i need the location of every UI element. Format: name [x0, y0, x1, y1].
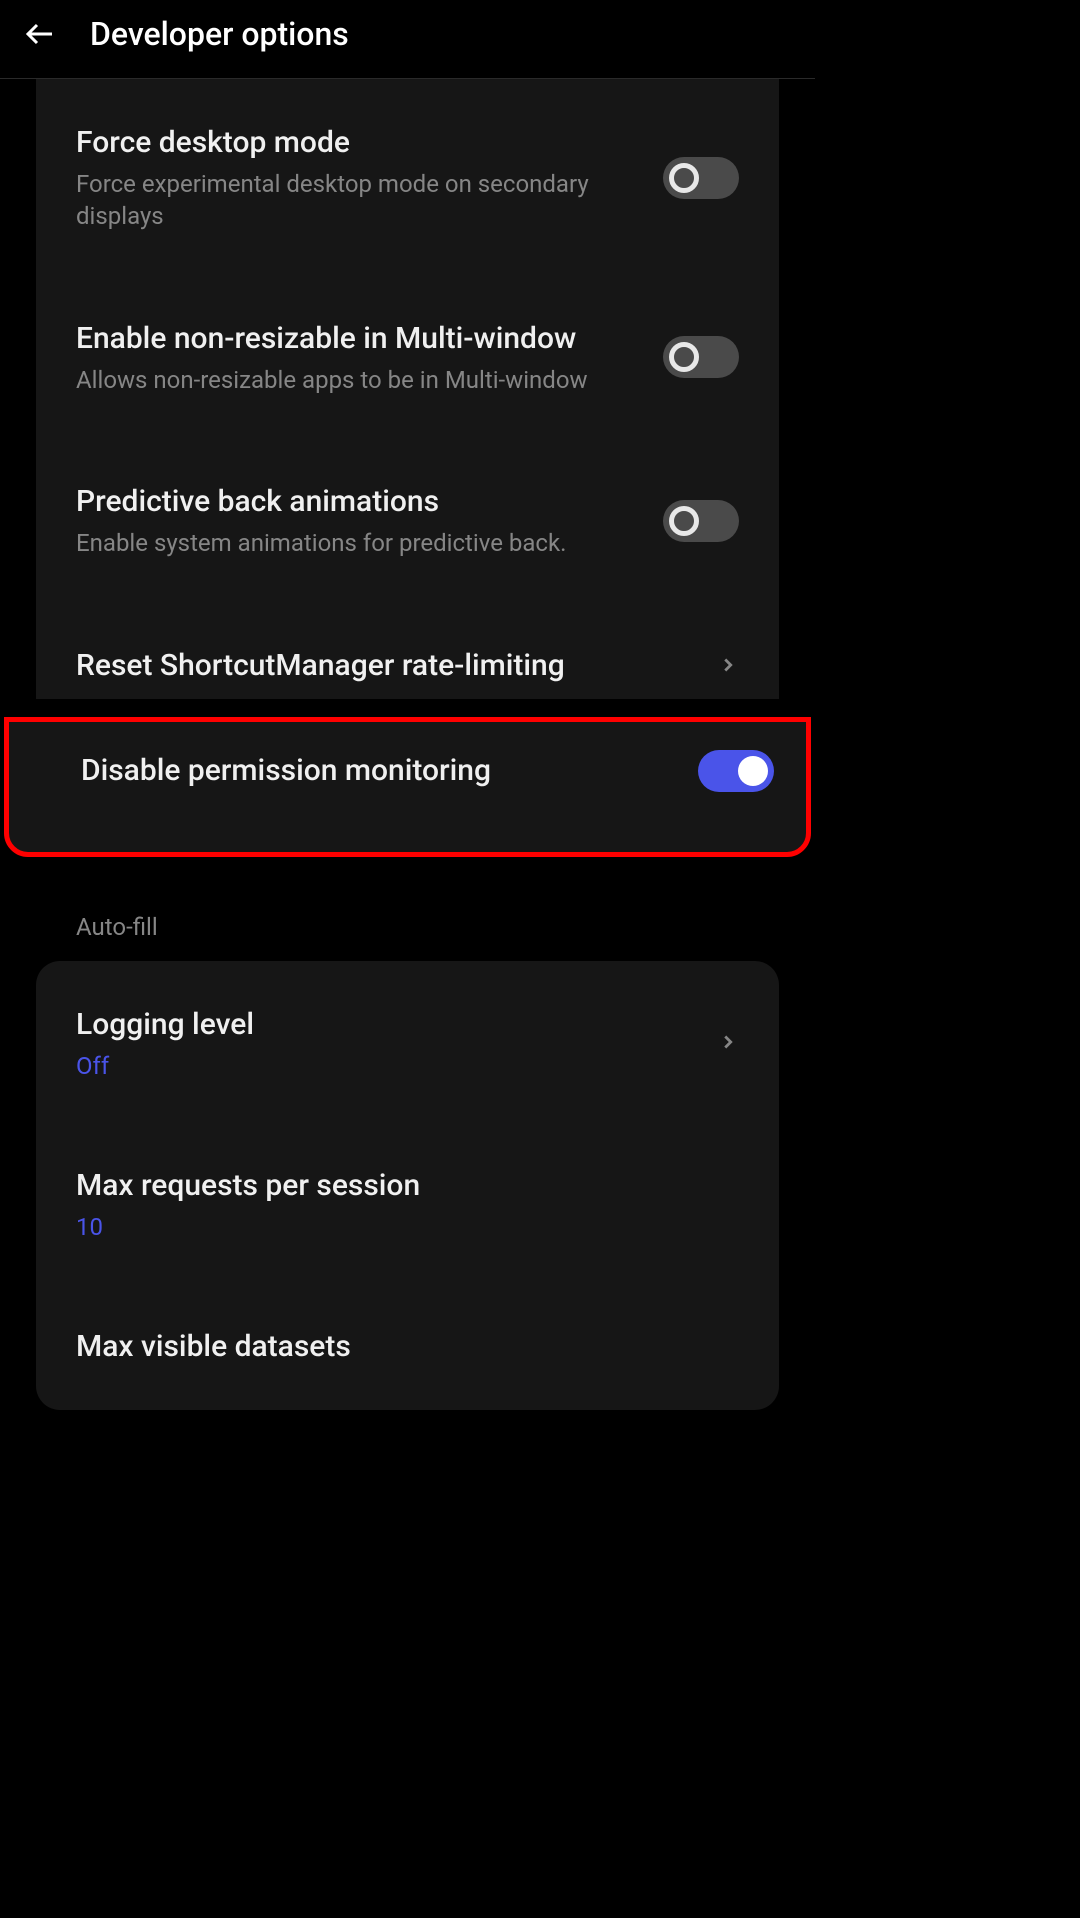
header: Developer options: [0, 0, 815, 78]
setting-text: Force desktop mode Force experimental de…: [76, 123, 643, 233]
setting-title: Max visible datasets: [76, 1327, 739, 1366]
back-button[interactable]: [20, 14, 60, 54]
setting-predictive-back-animations[interactable]: Predictive back animations Enable system…: [76, 464, 739, 577]
setting-disable-permission-monitoring[interactable]: Disable permission monitoring: [81, 750, 774, 792]
toggle-disable-permission-monitoring[interactable]: [698, 750, 774, 792]
setting-text: Enable non-resizable in Multi-window All…: [76, 319, 643, 396]
setting-value: Off: [76, 1052, 697, 1080]
setting-text: Disable permission monitoring: [81, 751, 678, 790]
setting-subtitle: Enable system animations for predictive …: [76, 527, 643, 559]
section-label-autofill: Auto-fill: [0, 913, 815, 941]
setting-reset-shortcutmanager[interactable]: Reset ShortcutManager rate-limiting: [76, 628, 739, 685]
arrow-left-icon: [22, 16, 58, 52]
setting-title: Disable permission monitoring: [81, 751, 678, 790]
setting-text: Max visible datasets: [76, 1327, 739, 1366]
chevron-right-icon: [717, 1031, 739, 1053]
setting-non-resizable-multi-window[interactable]: Enable non-resizable in Multi-window All…: [76, 301, 739, 414]
setting-text: Reset ShortcutManager rate-limiting: [76, 646, 697, 685]
setting-text: Logging level Off: [76, 1005, 697, 1080]
chevron-right-icon: [717, 654, 739, 676]
setting-value: 10: [76, 1213, 739, 1241]
settings-group-2: Logging level Off Max requests per sessi…: [36, 961, 779, 1410]
setting-title: Logging level: [76, 1005, 697, 1044]
setting-max-requests-per-session[interactable]: Max requests per session 10: [76, 1148, 739, 1259]
setting-text: Predictive back animations Enable system…: [76, 482, 643, 559]
toggle-predictive-back-animations[interactable]: [663, 500, 739, 542]
setting-force-desktop-mode[interactable]: Force desktop mode Force experimental de…: [76, 123, 739, 251]
highlighted-setting: Disable permission monitoring: [4, 717, 811, 857]
setting-max-visible-datasets[interactable]: Max visible datasets: [76, 1309, 739, 1366]
setting-title: Reset ShortcutManager rate-limiting: [76, 646, 697, 685]
setting-subtitle: Allows non-resizable apps to be in Multi…: [76, 364, 643, 396]
toggle-force-desktop-mode[interactable]: [663, 157, 739, 199]
setting-title: Force desktop mode: [76, 123, 643, 162]
setting-title: Enable non-resizable in Multi-window: [76, 319, 643, 358]
setting-text: Max requests per session 10: [76, 1166, 739, 1241]
setting-title: Max requests per session: [76, 1166, 739, 1205]
setting-title: Predictive back animations: [76, 482, 643, 521]
setting-subtitle: Force experimental desktop mode on secon…: [76, 168, 643, 233]
page-title: Developer options: [90, 15, 349, 53]
settings-group-1: Force desktop mode Force experimental de…: [36, 79, 779, 699]
toggle-non-resizable-multi-window[interactable]: [663, 336, 739, 378]
setting-logging-level[interactable]: Logging level Off: [76, 1005, 739, 1098]
